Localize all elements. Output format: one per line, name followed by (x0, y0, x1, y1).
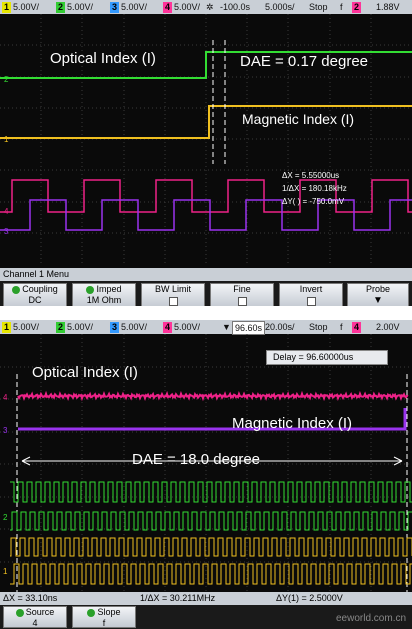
run-state[interactable]: Stop (309, 1, 328, 13)
channel-4-scale[interactable]: 4 5.00V/ (163, 321, 200, 333)
invert-softkey[interactable]: Invert (279, 283, 343, 306)
timebase[interactable]: 20.00s/ (265, 321, 295, 333)
bw-limit-softkey[interactable]: BW Limit (141, 283, 205, 306)
delta-x-readout: ΔX = 33.10ns (3, 593, 58, 603)
delta-y-readout: ΔY(1) = 2.5000V (276, 593, 343, 603)
trigger-point-icon: ▼ (222, 322, 231, 332)
run-state[interactable]: Stop (309, 321, 328, 333)
magnetic-index-label: Magnetic Index (I) (232, 415, 353, 432)
slope-softkey[interactable]: Slope f (72, 606, 136, 628)
arrow-down-icon: ▼ (373, 295, 383, 306)
dae-label: DAE = 18.0 degree (132, 451, 261, 468)
trigger-slope-icon: f (340, 322, 343, 332)
timebase[interactable]: 5.000s/ (265, 1, 295, 13)
ch4-ground-marker: 4 (3, 393, 8, 402)
channel-3-scale[interactable]: 3 5.00V/ (110, 1, 147, 13)
trigger-level[interactable]: 1.88V (376, 1, 400, 13)
cursor-readout-bar: ΔX = 33.10ns 1/ΔX = 30.211MHz ΔY(1) = 2.… (0, 592, 412, 605)
trigger-source[interactable]: 4 (352, 321, 363, 333)
encoder-a-trace (0, 179, 412, 213)
delta-x-readout: ΔX = 5.55000us (282, 171, 340, 180)
status-bar: 1 5.00V/ 2 5.00V/ 3 5.00V/ 4 5.00V/ ▼ 96.60s… (0, 320, 412, 335)
ch2-ground-marker: 2 (3, 513, 8, 522)
trigger-point-icon: ✲ (206, 2, 214, 12)
fine-softkey[interactable]: Fine (210, 283, 274, 306)
watermark: eeworld.com.cn (336, 613, 407, 624)
encoder-b-trace-lower (10, 563, 412, 585)
source-softkey[interactable]: Source 4 (3, 606, 67, 628)
ch1-ground-marker: 1 (3, 567, 8, 576)
knob-icon (86, 285, 95, 294)
coupling-softkey[interactable]: Coupling DC (3, 283, 67, 306)
bw-limit-checkbox (168, 297, 178, 306)
scope-screen-bottom: 1 5.00V/ 2 5.00V/ 3 5.00V/ 4 5.00V/ ▼ 96.60s… (0, 320, 412, 629)
encoder-b-trace-upper (10, 537, 412, 557)
trigger-slope-icon: f (340, 2, 343, 12)
optical-index-trace (17, 390, 409, 402)
channel-3-scale[interactable]: 3 5.00V/ (110, 321, 147, 333)
inverse-delta-x-readout: 1/ΔX = 180.18kHz (282, 184, 347, 193)
channel-1-scale[interactable]: 1 5.00V/ (2, 1, 39, 13)
dae-label: DAE = 0.17 degree (240, 53, 369, 70)
invert-checkbox (306, 297, 316, 306)
horizontal-delay[interactable]: 96.60s (232, 321, 266, 335)
ch4-ground-marker: 4 (4, 207, 9, 216)
inverse-delta-x-readout: 1/ΔX = 30.211MHz (140, 593, 216, 603)
optical-index-label: Optical Index (I) (32, 364, 138, 381)
impedance-softkey[interactable]: Imped 1M Ohm (72, 283, 136, 306)
menu-title: Channel 1 Menu (0, 268, 412, 281)
knob-icon (12, 285, 21, 294)
status-bar: 1 5.00V/ 2 5.00V/ 3 5.00V/ 4 5.00V/ ✲ -100.0… (0, 0, 412, 14)
ch2-ground-marker: 2 (4, 75, 9, 84)
channel-2-scale[interactable]: 2 5.00V/ (56, 1, 93, 13)
ch3-ground-marker: 3 (3, 426, 8, 435)
knob-icon (15, 608, 24, 617)
channel-1-scale[interactable]: 1 5.00V/ (2, 321, 39, 333)
trigger-level[interactable]: 2.00V (376, 321, 400, 333)
knob-icon (87, 608, 96, 617)
probe-softkey[interactable]: Probe ▼ (347, 283, 409, 306)
channel-2-scale[interactable]: 2 5.00V/ (56, 321, 93, 333)
encoder-a-trace-lower (10, 511, 412, 531)
optical-index-label: Optical Index (I) (50, 50, 156, 67)
delay-readout: Delay = 96.60000us (266, 350, 388, 365)
horizontal-delay[interactable]: -100.0s (220, 1, 250, 13)
softkey-bar: Source 4 Slope f eeworld.com.cn (0, 605, 412, 629)
softkey-bar: Coupling DC Imped 1M Ohm BW Limit Fine I… (0, 281, 412, 306)
scope-screen-top: 1 5.00V/ 2 5.00V/ 3 5.00V/ 4 5.00V/ ✲ -100.0… (0, 0, 412, 306)
ch1-ground-marker: 1 (4, 135, 9, 144)
trigger-source[interactable]: 2 (352, 1, 363, 13)
ch3-ground-marker: 3 (4, 227, 9, 236)
magnetic-index-label: Magnetic Index (I) (242, 111, 355, 127)
channel-4-scale[interactable]: 4 5.00V/ (163, 1, 200, 13)
delta-y-readout: ΔY( ) = -750.0mV (282, 197, 345, 206)
fine-checkbox (237, 297, 247, 306)
encoder-a-trace-upper (10, 481, 412, 503)
